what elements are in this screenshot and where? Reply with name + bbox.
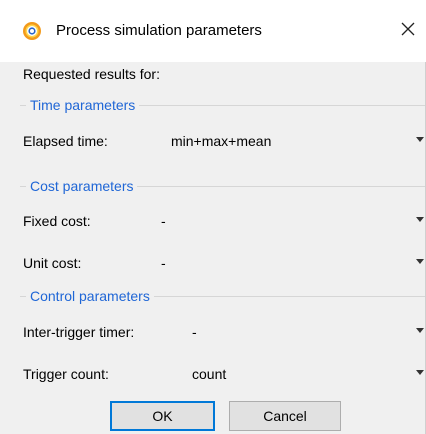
chevron-down-icon [416, 370, 424, 375]
trigger-count-value: count [192, 366, 227, 382]
unit-cost-value: - [161, 255, 166, 271]
title-bar: Process simulation parameters [0, 0, 426, 62]
chevron-down-icon [416, 328, 424, 333]
fixed-cost-value: - [161, 213, 166, 229]
chevron-down-icon [416, 217, 424, 222]
elapsed-time-label: Elapsed time: [23, 133, 108, 149]
group-title-cost: Cost parameters [26, 177, 138, 195]
dialog-window: Process simulation parameters Requested … [0, 0, 426, 434]
app-gear-icon [22, 21, 42, 41]
elapsed-time-value: min+max+mean [171, 133, 272, 149]
close-button[interactable] [390, 10, 426, 52]
ok-button[interactable]: OK [110, 401, 215, 431]
unit-cost-label: Unit cost: [23, 255, 82, 271]
close-icon [401, 22, 415, 41]
window-title: Process simulation parameters [56, 22, 262, 39]
requested-results-label: Requested results for: [23, 66, 160, 82]
cancel-button[interactable]: Cancel [229, 401, 341, 431]
fixed-cost-label: Fixed cost: [23, 213, 91, 229]
trigger-count-label: Trigger count: [23, 366, 109, 382]
chevron-down-icon [416, 137, 424, 142]
group-title-time: Time parameters [26, 96, 140, 114]
inter-trigger-timer-label: Inter-trigger timer: [23, 324, 135, 340]
inter-trigger-timer-value: - [192, 324, 197, 340]
group-title-control: Control parameters [26, 287, 154, 305]
chevron-down-icon [416, 259, 424, 264]
